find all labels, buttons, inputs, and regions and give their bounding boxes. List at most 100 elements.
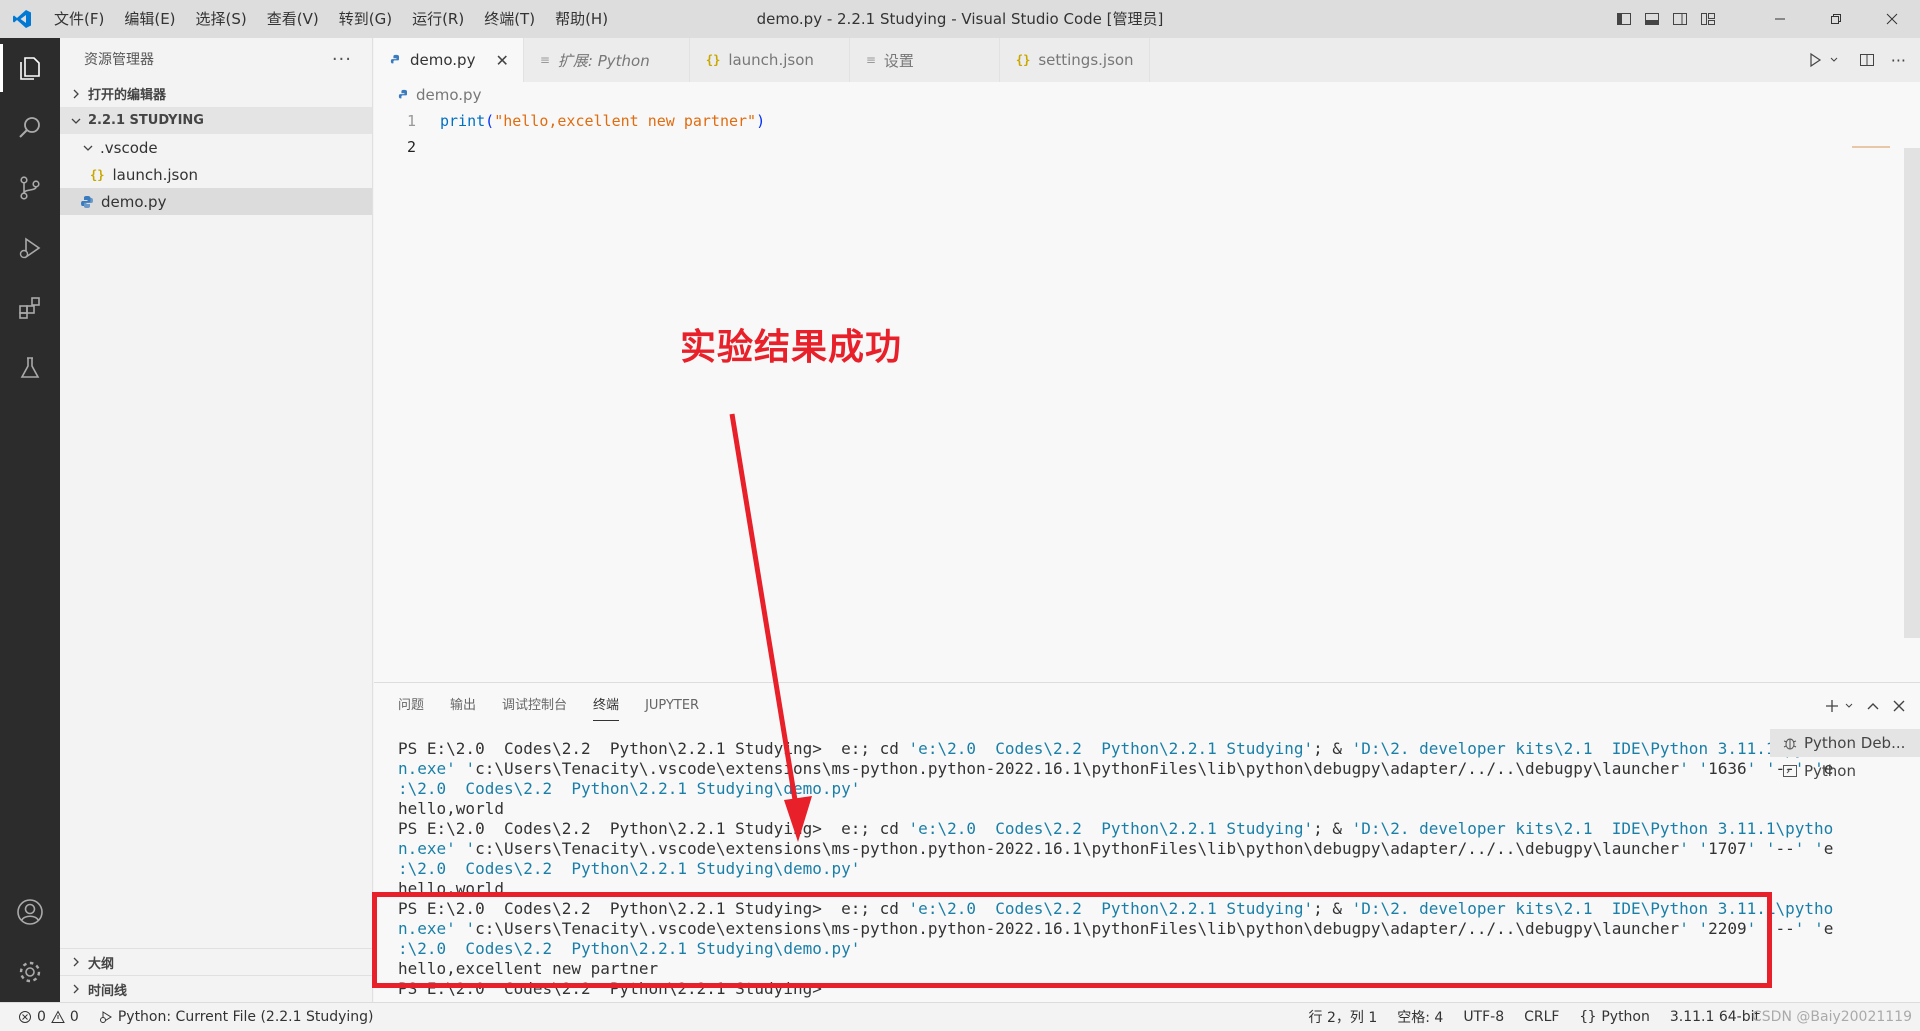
status-bar: 0 0 Python: Current File (2.2.1 Studying… xyxy=(0,1002,1920,1030)
problems-status[interactable]: 0 0 xyxy=(0,1009,89,1025)
timeline-section[interactable]: 时间线 xyxy=(60,975,373,1002)
error-count: 0 xyxy=(37,1008,46,1025)
menu-run[interactable]: 运行(R) xyxy=(402,4,474,34)
split-editor-icon[interactable] xyxy=(1859,52,1875,68)
menu-go[interactable]: 转到(G) xyxy=(329,4,402,34)
tree-file-demo-py[interactable]: demo.py xyxy=(60,188,372,215)
terminal-line: PS E:\2.0 Codes\2.2 Python\2.2.1 Studyin… xyxy=(398,739,1834,758)
indentation-status[interactable]: 空格: 4 xyxy=(1387,1007,1453,1027)
breadcrumb-file: demo.py xyxy=(416,86,482,104)
chevron-right-icon xyxy=(68,981,84,997)
tab-label: 扩展: Python xyxy=(557,51,650,70)
debug-config-status[interactable]: Python: Current File (2.2.1 Studying) xyxy=(89,1009,384,1025)
annotation-highlight-box xyxy=(372,892,1772,988)
terminal-line: hello,world xyxy=(398,799,504,818)
tab-settings-json[interactable]: {} settings.json xyxy=(1000,38,1150,82)
workspace-label: 2.2.1 STUDYING xyxy=(88,113,204,128)
tab-label: settings.json xyxy=(1038,51,1134,69)
run-debug-icon[interactable] xyxy=(0,218,60,278)
maximize-panel-icon[interactable] xyxy=(1866,699,1880,713)
terminal-item-debug[interactable]: Python Deb... xyxy=(1770,729,1920,757)
source-control-icon[interactable] xyxy=(0,158,60,218)
restore-icon[interactable] xyxy=(1808,0,1864,38)
language-label: Python xyxy=(1601,1009,1650,1025)
annotation-label: 实验结果成功 xyxy=(680,327,903,368)
toggle-secondary-sidebar-icon[interactable] xyxy=(1666,0,1694,38)
tab-problems[interactable]: 问题 xyxy=(398,691,424,721)
menu-help[interactable]: 帮助(H) xyxy=(545,4,618,34)
tab-demo-py[interactable]: demo.py ✕ xyxy=(374,38,524,82)
workspace-section[interactable]: 2.2.1 STUDYING xyxy=(60,107,372,134)
run-file-icon[interactable] xyxy=(1807,52,1823,68)
code-line: 1 print("hello,excellent new partner") xyxy=(374,108,1920,134)
tab-launch-json[interactable]: {} launch.json xyxy=(690,38,850,82)
terminal-item-label: Python Deb... xyxy=(1804,734,1906,752)
tab-label: demo.py xyxy=(410,51,476,69)
tree-item-label: launch.json xyxy=(112,165,199,184)
json-file-icon: {} xyxy=(705,53,721,67)
debug-config-label: Python: Current File (2.2.1 Studying) xyxy=(117,1008,374,1025)
tab-label: 设置 xyxy=(883,51,914,70)
search-icon[interactable] xyxy=(0,98,60,158)
tab-settings[interactable]: ≡ 设置 xyxy=(850,38,1000,82)
tree-file-launch-json[interactable]: {} launch.json xyxy=(60,161,372,188)
warning-count: 0 xyxy=(69,1008,79,1025)
minimap[interactable] xyxy=(1852,146,1890,148)
explorer-icon[interactable] xyxy=(0,38,60,98)
extensions-icon[interactable] xyxy=(0,278,60,338)
menu-view[interactable]: 查看(V) xyxy=(257,4,329,34)
chevron-down-icon[interactable] xyxy=(1829,55,1839,65)
tab-jupyter[interactable]: JUPYTER xyxy=(645,691,699,721)
tab-terminal[interactable]: 终端 xyxy=(593,691,620,721)
encoding-status[interactable]: UTF-8 xyxy=(1453,1009,1514,1025)
terminal-item-label: Python xyxy=(1804,762,1856,780)
testing-icon[interactable] xyxy=(0,338,60,398)
open-editors-label: 打开的编辑器 xyxy=(88,88,167,103)
editor-scrollbar[interactable] xyxy=(1904,148,1920,638)
chevron-down-icon[interactable] xyxy=(1844,701,1854,711)
customize-layout-icon[interactable] xyxy=(1694,0,1722,38)
language-status[interactable]: {} Python xyxy=(1569,1009,1659,1025)
settings-gear-icon[interactable] xyxy=(0,942,60,1002)
sidebar-header: 资源管理器 ··· xyxy=(60,38,372,80)
code-token-string: "hello,excellent new partner" xyxy=(494,112,757,130)
outline-section[interactable]: 大纲 xyxy=(60,948,373,975)
new-terminal-icon[interactable] xyxy=(1824,698,1840,714)
settings-page-icon: ≡ xyxy=(865,53,876,67)
python-file-icon xyxy=(398,89,407,99)
tab-debug-console[interactable]: 调试控制台 xyxy=(502,691,567,721)
menu-terminal[interactable]: 终端(T) xyxy=(474,4,545,34)
account-icon[interactable] xyxy=(0,882,60,942)
menu-file[interactable]: 文件(F) xyxy=(44,4,114,34)
toggle-sidebar-icon[interactable] xyxy=(1610,0,1638,38)
terminal-item-python[interactable]: Python xyxy=(1770,757,1920,785)
python-file-icon xyxy=(390,54,399,64)
panel-actions xyxy=(1824,691,1906,721)
status-right: 行 2，列 1 空格: 4 UTF-8 CRLF {} Python 3.11.… xyxy=(1299,1003,1920,1031)
open-editors-section[interactable]: 打开的编辑器 xyxy=(60,80,372,107)
tree-item-label: demo.py xyxy=(101,192,167,211)
cursor-position[interactable]: 行 2，列 1 xyxy=(1299,1007,1388,1027)
tab-extension-python[interactable]: ≡ 扩展: Python xyxy=(524,38,690,82)
debug-icon xyxy=(99,1010,113,1024)
code-editor[interactable]: 1 print("hello,excellent new partner") 2 xyxy=(374,108,1920,160)
close-tab-icon[interactable]: ✕ xyxy=(495,51,508,70)
timeline-label: 时间线 xyxy=(88,983,128,999)
menu-edit[interactable]: 编辑(E) xyxy=(114,4,185,34)
debug-icon xyxy=(1782,735,1798,751)
error-icon xyxy=(18,1010,32,1024)
editor-tabs: demo.py ✕ ≡ 扩展: Python {} launch.json ≡ … xyxy=(374,38,1920,82)
eol-status[interactable]: CRLF xyxy=(1514,1009,1569,1025)
close-window-icon[interactable] xyxy=(1864,0,1920,38)
json-file-icon: {} xyxy=(90,167,105,182)
more-actions-icon[interactable]: ··· xyxy=(1891,51,1906,70)
more-actions-icon[interactable]: ··· xyxy=(332,49,352,70)
breadcrumb[interactable]: demo.py xyxy=(374,82,1920,108)
tree-folder-vscode[interactable]: .vscode xyxy=(60,134,372,161)
menu-selection[interactable]: 选择(S) xyxy=(186,4,257,34)
toggle-panel-icon[interactable] xyxy=(1638,0,1666,38)
line-number: 2 xyxy=(406,138,416,156)
tab-output[interactable]: 输出 xyxy=(450,691,476,721)
close-panel-icon[interactable] xyxy=(1892,699,1906,713)
minimize-icon[interactable] xyxy=(1752,0,1808,38)
